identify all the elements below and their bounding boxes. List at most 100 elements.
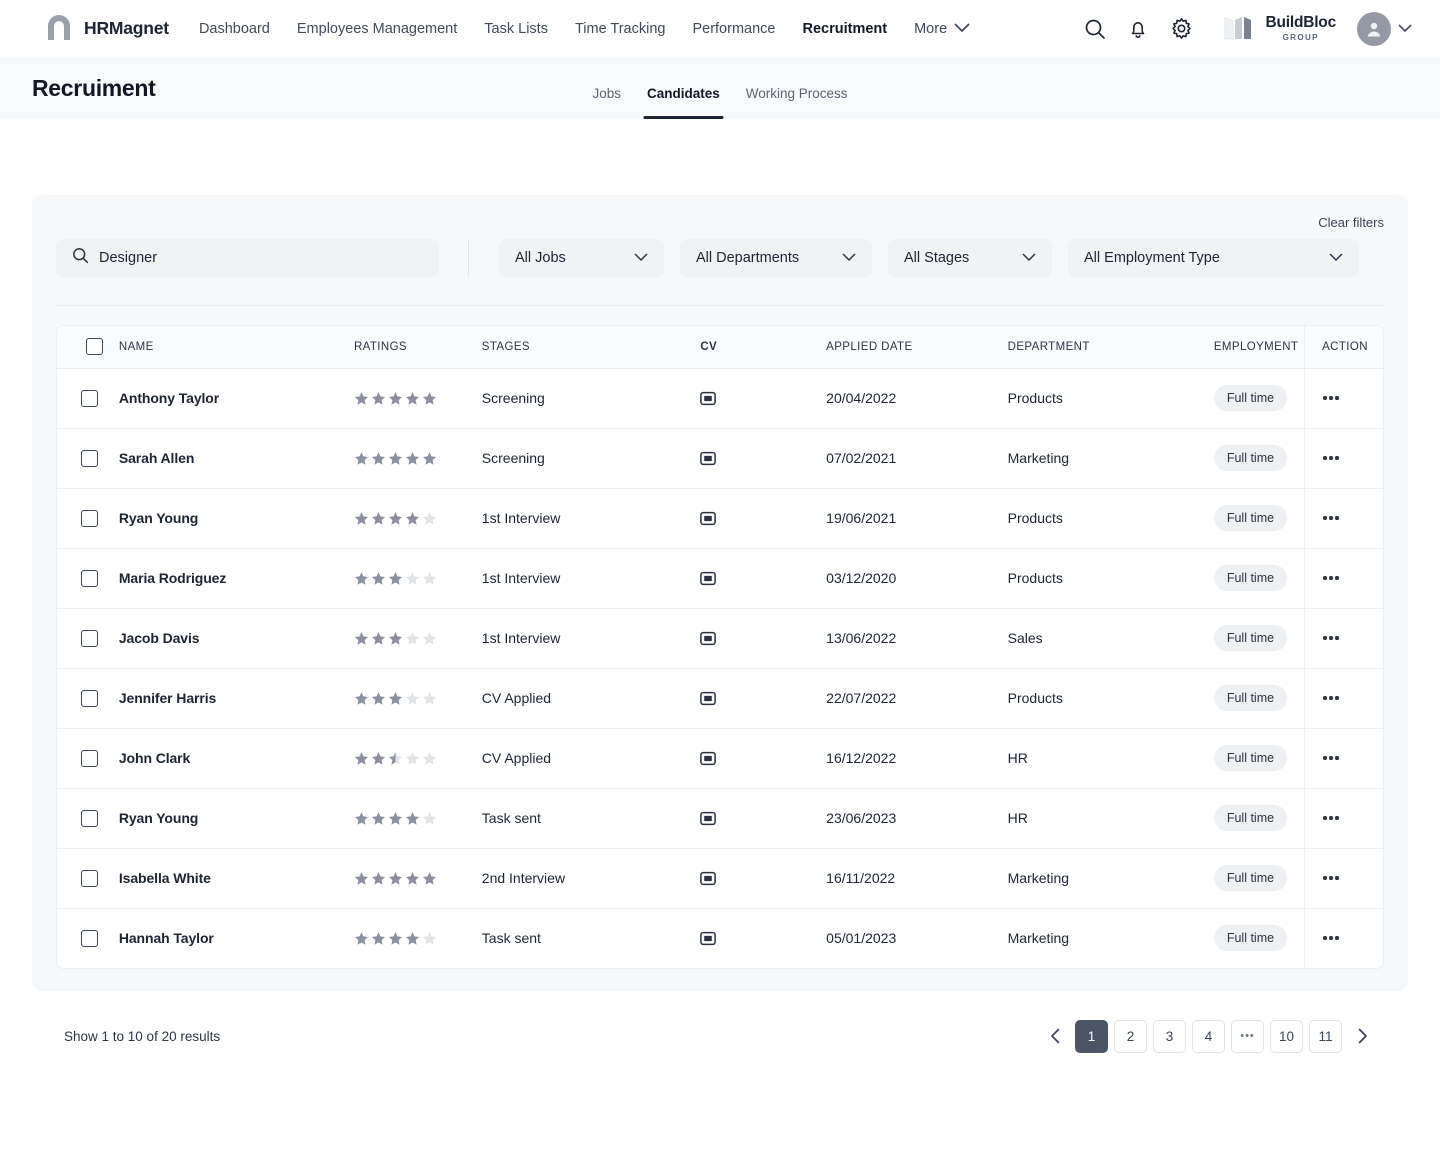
tab-working-process[interactable]: Working Process — [746, 60, 848, 119]
cell-candidate-name: Isabella White — [118, 848, 354, 909]
cell-candidate-name: Anthony Taylor — [118, 368, 354, 429]
nav-more-dropdown[interactable]: More — [914, 20, 970, 38]
cv-document-icon[interactable] — [700, 871, 826, 886]
pagination-page-11[interactable]: 11 — [1309, 1019, 1342, 1053]
clear-filters-button[interactable]: Clear filters — [1318, 215, 1384, 230]
select-all-departments-label: All Departments — [696, 250, 800, 266]
select-all-checkbox[interactable] — [86, 338, 103, 356]
row-action-menu-button[interactable] — [1305, 696, 1383, 700]
search-icon[interactable] — [1082, 16, 1108, 42]
row-checkbox[interactable] — [81, 869, 98, 887]
cv-document-icon[interactable] — [700, 391, 826, 406]
pagination-page-10[interactable]: 10 — [1270, 1019, 1303, 1053]
table-row[interactable]: Sarah Allen Screening 07/02/2021 Marketing F… — [57, 428, 1383, 489]
cell-cv[interactable] — [700, 548, 827, 609]
row-checkbox[interactable] — [81, 689, 98, 707]
row-checkbox[interactable] — [81, 629, 98, 647]
cell-cv[interactable] — [700, 908, 826, 968]
row-checkbox-cell — [57, 428, 119, 489]
cell-cv[interactable] — [700, 428, 827, 489]
nav-link-task-lists[interactable]: Task Lists — [484, 21, 548, 37]
cell-cv[interactable] — [700, 488, 827, 549]
row-action-menu-button[interactable] — [1305, 816, 1383, 820]
cell-cv[interactable] — [700, 788, 827, 849]
cell-cv[interactable] — [700, 728, 827, 789]
select-all-employment-type[interactable]: All Employment Type — [1068, 239, 1359, 277]
pagination-page-2[interactable]: 2 — [1114, 1019, 1147, 1053]
cv-document-icon[interactable] — [700, 631, 826, 646]
row-checkbox[interactable] — [81, 569, 98, 587]
cell-cv[interactable] — [700, 368, 827, 429]
select-all-departments[interactable]: All Departments — [680, 239, 872, 277]
row-checkbox[interactable] — [81, 509, 98, 527]
clear-filters-row: Clear filters — [56, 195, 1384, 230]
table-row[interactable]: Maria Rodriguez 1st Interview 03/12/2020 Pr… — [57, 548, 1383, 609]
row-action-menu-button[interactable] — [1305, 876, 1383, 880]
cv-document-icon[interactable] — [700, 931, 826, 946]
nav-link-time-tracking[interactable]: Time Tracking — [575, 21, 666, 37]
cv-document-icon[interactable] — [700, 751, 826, 766]
column-header-action: ACTION — [1304, 326, 1383, 369]
row-checkbox[interactable] — [81, 929, 98, 947]
table-row[interactable]: Hannah Taylor Task sent 05/01/2023 Marketin… — [57, 908, 1383, 968]
company-logo: BuildBloc GROUP — [1223, 15, 1336, 42]
nav-link-dashboard[interactable]: Dashboard — [199, 21, 270, 37]
pagination-page-3[interactable]: 3 — [1153, 1019, 1186, 1053]
select-all-jobs[interactable]: All Jobs — [499, 239, 664, 277]
row-action-menu-button[interactable] — [1305, 516, 1383, 520]
nav-link-employees-management[interactable]: Employees Management — [297, 21, 457, 37]
table-row[interactable]: Jennifer Harris CV Applied 22/07/2022 Produ… — [57, 668, 1383, 729]
row-action-menu-button[interactable] — [1305, 396, 1383, 400]
table-row[interactable]: John Clark CV Applied 16/12/2022 HR Full tim… — [57, 728, 1383, 789]
cell-cv[interactable] — [700, 848, 827, 909]
cv-document-icon[interactable] — [700, 811, 826, 826]
row-action-menu-button[interactable] — [1305, 576, 1383, 580]
cell-cv[interactable] — [700, 668, 827, 729]
select-all-stages-label: All Stages — [904, 250, 970, 266]
table-row[interactable]: Ryan Young Task sent 23/06/2023 HR Full time — [57, 788, 1383, 849]
nav-link-recruitment[interactable]: Recruitment — [802, 21, 887, 37]
tab-jobs[interactable]: Jobs — [592, 60, 621, 119]
filter-divider — [468, 239, 469, 277]
primary-nav-links: Dashboard Employees Management Task List… — [199, 20, 970, 38]
table-row[interactable]: Isabella White 2nd Interview 16/11/2022 Mar… — [57, 848, 1383, 909]
cell-action — [1304, 368, 1383, 429]
cell-department: Marketing — [1007, 848, 1214, 909]
nav-link-performance[interactable]: Performance — [692, 21, 775, 37]
gear-icon[interactable] — [1168, 16, 1194, 42]
pagination-page-1[interactable]: 1 — [1075, 1019, 1108, 1053]
cell-rating — [353, 488, 482, 549]
cell-cv[interactable] — [700, 608, 827, 669]
row-action-menu-button[interactable] — [1305, 456, 1383, 460]
user-menu[interactable] — [1357, 11, 1412, 46]
table-row[interactable]: Jacob Davis 1st Interview 13/06/2022 Sales F… — [57, 608, 1383, 669]
results-count: Show 1 to 10 of 20 results — [64, 1028, 221, 1044]
pagination-ellipsis[interactable]: ••• — [1231, 1019, 1264, 1053]
row-checkbox[interactable] — [81, 389, 98, 407]
row-checkbox[interactable] — [81, 749, 98, 767]
table-row[interactable]: Ryan Young 1st Interview 19/06/2021 Product… — [57, 488, 1383, 549]
cv-document-icon[interactable] — [700, 511, 826, 526]
cv-document-icon[interactable] — [700, 451, 826, 466]
row-checkbox[interactable] — [81, 449, 98, 467]
row-checkbox[interactable] — [81, 809, 98, 827]
select-all-stages[interactable]: All Stages — [888, 239, 1052, 277]
cell-department: Products — [1007, 368, 1214, 429]
row-action-menu-button[interactable] — [1305, 936, 1383, 941]
row-action-menu-button[interactable] — [1305, 756, 1383, 760]
table-row[interactable]: Anthony Taylor Screening 20/04/2022 Product… — [57, 368, 1383, 429]
rating-stars — [354, 811, 482, 826]
pagination-page-4[interactable]: 4 — [1192, 1019, 1225, 1053]
bell-icon[interactable] — [1125, 16, 1151, 42]
cell-department: Products — [1007, 488, 1214, 549]
pagination-next-button[interactable] — [1348, 1019, 1376, 1053]
cv-document-icon[interactable] — [700, 691, 826, 706]
cell-department: Marketing — [1007, 930, 1070, 947]
search-input[interactable]: Designer — [56, 239, 439, 277]
cv-document-icon[interactable] — [700, 571, 826, 586]
row-action-menu-button[interactable] — [1305, 636, 1383, 640]
tab-candidates[interactable]: Candidates — [642, 60, 724, 119]
company-text-block: BuildBloc GROUP — [1265, 15, 1336, 42]
brand-logo[interactable]: HRMagnet — [44, 14, 169, 43]
pagination-prev-button[interactable] — [1041, 1019, 1069, 1053]
